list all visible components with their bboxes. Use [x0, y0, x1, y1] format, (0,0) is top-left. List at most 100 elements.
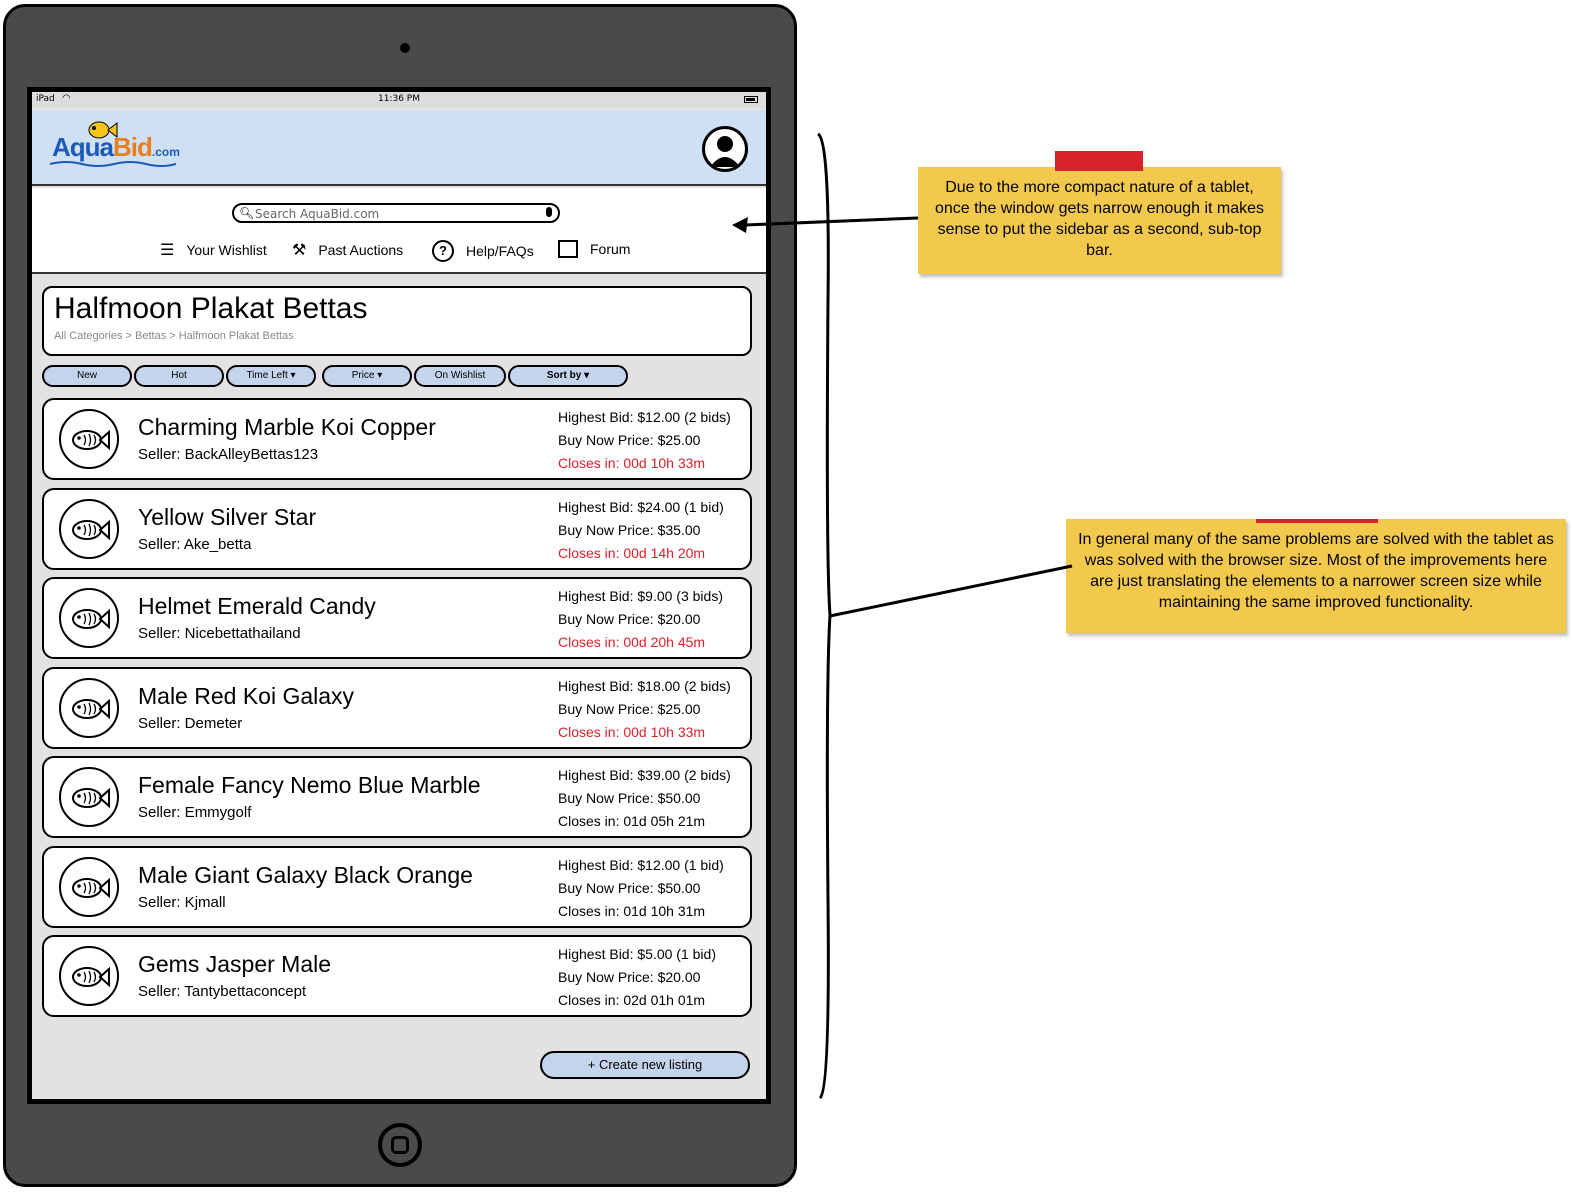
listing-bid-info: Highest Bid: $18.00 (2 bids) Buy Now Pric… — [558, 675, 731, 744]
fish-icon — [59, 499, 119, 559]
buy-now-price: Buy Now Price: $20.00 — [558, 969, 701, 985]
gavel-icon: ⚒ — [292, 242, 307, 259]
listing-title[interactable]: Male Giant Galaxy Black Orange — [138, 862, 473, 889]
aquabid-logo[interactable]: AquaBid.com — [52, 132, 180, 163]
annotation-note-sidebar: Due to the more compact nature of a tabl… — [918, 151, 1281, 274]
listing-bid-info: Highest Bid: $24.00 (1 bid) Buy Now Price… — [558, 496, 724, 565]
tablet-screen: iPad ◠ 11:36 PM AquaBid.com 🔍︎ Search Aq… — [27, 87, 771, 1104]
highest-bid: Highest Bid: $12.00 (1 bid) — [558, 857, 724, 873]
nav-forum[interactable]: Forum — [558, 240, 630, 258]
buy-now-price: Buy Now Price: $50.00 — [558, 790, 701, 806]
buy-now-price: Buy Now Price: $20.00 — [558, 611, 701, 627]
closes-in: Closes in: 00d 20h 45m — [558, 634, 706, 650]
listing-card[interactable]: Yellow Silver Star Seller: Ake_betta Highe… — [42, 488, 752, 570]
listing-bid-info: Highest Bid: $12.00 (1 bid) Buy Now Price… — [558, 854, 724, 923]
listing-title[interactable]: Charming Marble Koi Copper — [138, 414, 436, 441]
closes-in: Closes in: 00d 10h 33m — [558, 724, 706, 740]
nav-help-label: Help/FAQs — [466, 243, 534, 259]
buy-now-price: Buy Now Price: $35.00 — [558, 522, 701, 538]
listing-card[interactable]: Male Red Koi Galaxy Seller: Demeter Highes… — [42, 667, 752, 749]
logo-com-text: .com — [151, 145, 180, 159]
status-time: 11:36 PM — [378, 94, 420, 104]
listing-seller[interactable]: Seller: Tantybettaconcept — [138, 983, 306, 1000]
listing-title[interactable]: Helmet Emerald Candy — [138, 593, 376, 620]
highest-bid: Highest Bid: $5.00 (1 bid) — [558, 946, 716, 962]
filter-on-wishlist[interactable]: On Wishlist — [414, 365, 506, 387]
create-listing-button[interactable]: + Create new listing — [540, 1051, 750, 1079]
listing-bid-info: Highest Bid: $5.00 (1 bid) Buy Now Price:… — [558, 943, 716, 1012]
buy-now-price: Buy Now Price: $25.00 — [558, 432, 701, 448]
highest-bid: Highest Bid: $18.00 (2 bids) — [558, 678, 731, 694]
nav-help[interactable]: ? Help/FAQs — [432, 240, 534, 262]
annotation-note-general-text: In general many of the same problems are… — [1078, 531, 1554, 611]
listing-seller[interactable]: Seller: Demeter — [138, 715, 242, 732]
listing-title[interactable]: Yellow Silver Star — [138, 504, 316, 531]
highest-bid: Highest Bid: $9.00 (3 bids) — [558, 588, 723, 604]
filter-hot[interactable]: Hot — [134, 365, 224, 387]
listing-seller[interactable]: Seller: Emmygolf — [138, 804, 251, 821]
logo-wave-icon — [50, 161, 176, 167]
listing-seller[interactable]: Seller: BackAlleyBettas123 — [138, 446, 318, 463]
closes-in: Closes in: 02d 01h 01m — [558, 992, 706, 1008]
user-avatar[interactable] — [702, 126, 748, 172]
listing-seller[interactable]: Seller: Ake_betta — [138, 536, 251, 553]
fish-icon — [59, 409, 119, 469]
battery-icon — [744, 96, 758, 103]
connector-line — [829, 564, 1073, 618]
camera-icon — [400, 43, 410, 53]
home-button[interactable] — [378, 1123, 422, 1167]
search-icon: 🔍︎ — [239, 206, 255, 220]
listing-card[interactable]: Charming Marble Koi Copper Seller: BackAl… — [42, 398, 752, 480]
sort-by-dropdown[interactable]: Sort by ▾ — [508, 365, 628, 387]
highest-bid: Highest Bid: $12.00 (2 bids) — [558, 409, 731, 425]
app-viewport: iPad ◠ 11:36 PM AquaBid.com 🔍︎ Search Aq… — [32, 92, 766, 1099]
annotation-note-sidebar-text: Due to the more compact nature of a tabl… — [934, 179, 1265, 259]
filter-new[interactable]: New — [42, 365, 132, 387]
list-icon: ☰ — [160, 242, 175, 259]
closes-in: Closes in: 00d 14h 20m — [558, 545, 706, 561]
listing-card[interactable]: Female Fancy Nemo Blue Marble Seller: Emm… — [42, 756, 752, 838]
fish-icon — [59, 588, 119, 648]
logo-bid-text: Bid — [113, 132, 153, 162]
highest-bid: Highest Bid: $24.00 (1 bid) — [558, 499, 724, 515]
nav-past-auctions[interactable]: ⚒ Past Auctions — [292, 240, 403, 260]
nav-wishlist[interactable]: ☰ Your Wishlist — [160, 240, 267, 260]
tape-decoration — [1256, 519, 1378, 523]
highest-bid: Highest Bid: $39.00 (2 bids) — [558, 767, 731, 783]
user-icon — [710, 136, 740, 167]
microphone-icon[interactable] — [546, 207, 552, 217]
breadcrumb[interactable]: All Categories > Bettas > Halfmoon Plaka… — [54, 330, 294, 342]
filter-price[interactable]: Price ▾ — [322, 365, 412, 387]
tape-decoration — [1055, 151, 1143, 171]
help-icon: ? — [432, 240, 454, 262]
nav-wishlist-label: Your Wishlist — [186, 242, 267, 258]
filter-time-left[interactable]: Time Left ▾ — [226, 365, 316, 387]
listing-card[interactable]: Gems Jasper Male Seller: Tantybettaconcep… — [42, 935, 752, 1017]
fish-icon — [59, 946, 119, 1006]
listing-card[interactable]: Helmet Emerald Candy Seller: Nicebettatha… — [42, 577, 752, 659]
listing-seller[interactable]: Seller: Nicebettathailand — [138, 625, 301, 642]
closes-in: Closes in: 00d 10h 33m — [558, 455, 706, 471]
curly-brace — [816, 132, 832, 1100]
nav-past-auctions-label: Past Auctions — [318, 242, 404, 258]
listing-card[interactable]: Male Giant Galaxy Black Orange Seller: Kj… — [42, 846, 752, 928]
listing-title[interactable]: Gems Jasper Male — [138, 951, 331, 978]
closes-in: Closes in: 01d 05h 21m — [558, 813, 706, 829]
fish-icon — [59, 857, 119, 917]
listing-bid-info: Highest Bid: $12.00 (2 bids) Buy Now Pric… — [558, 406, 731, 475]
listing-seller[interactable]: Seller: Kjmall — [138, 894, 226, 911]
search-placeholder: Search AquaBid.com — [255, 207, 380, 221]
listing-bid-info: Highest Bid: $39.00 (2 bids) Buy Now Pric… — [558, 764, 731, 833]
buy-now-price: Buy Now Price: $50.00 — [558, 880, 701, 896]
category-header: Halfmoon Plakat Bettas All Categories > … — [42, 286, 752, 356]
listing-title[interactable]: Male Red Koi Galaxy — [138, 683, 354, 710]
fish-icon — [59, 678, 119, 738]
sub-top-bar: 🔍︎ Search AquaBid.com ☰ Your Wishlist ⚒ … — [32, 188, 766, 274]
listing-title[interactable]: Female Fancy Nemo Blue Marble — [138, 772, 481, 799]
forum-icon — [558, 240, 578, 258]
fish-icon — [59, 767, 119, 827]
annotation-note-general: In general many of the same problems are… — [1066, 519, 1566, 633]
app-header: AquaBid.com — [32, 110, 766, 186]
buy-now-price: Buy Now Price: $25.00 — [558, 701, 701, 717]
search-input[interactable]: 🔍︎ Search AquaBid.com — [232, 203, 560, 223]
